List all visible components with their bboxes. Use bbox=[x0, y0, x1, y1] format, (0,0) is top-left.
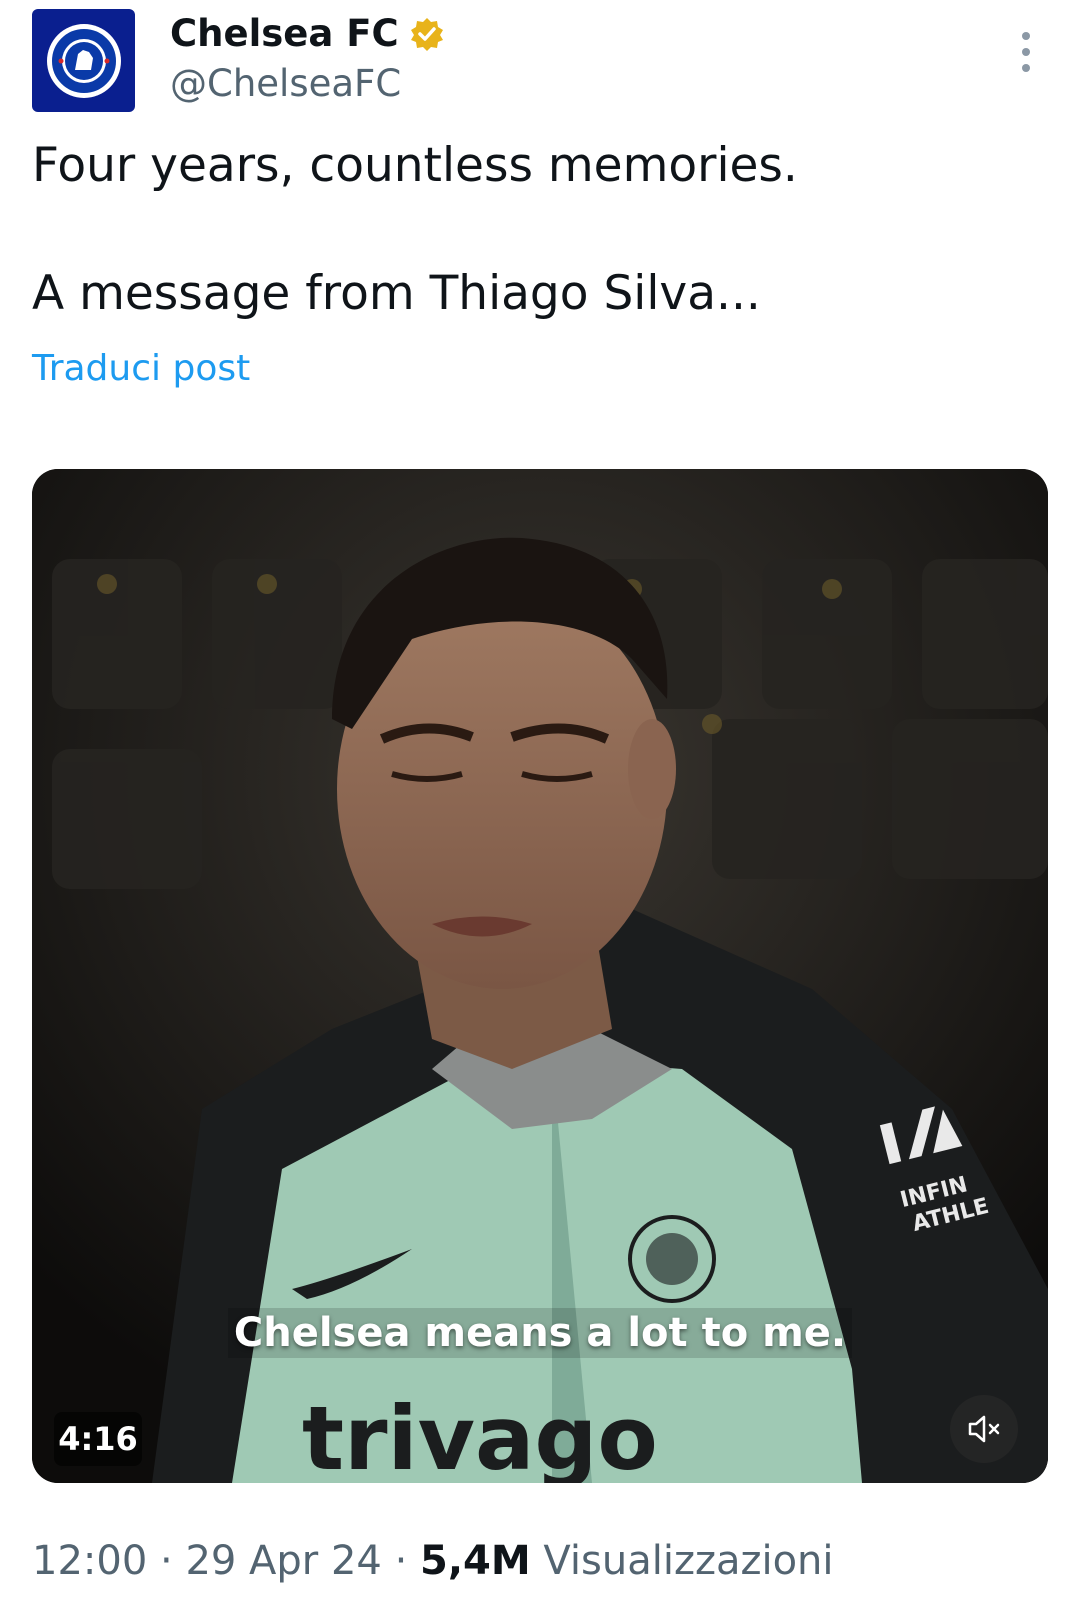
views-count[interactable]: 5,4M bbox=[420, 1538, 531, 1584]
meta-separator-2: · bbox=[394, 1538, 408, 1584]
post-meta: 12:00 · 29 Apr 24 · 5,4M Visualizzazioni bbox=[32, 1538, 834, 1584]
video-caption-text: Chelsea means a lot to me. bbox=[227, 1308, 853, 1358]
post-time[interactable]: 12:00 bbox=[32, 1538, 147, 1584]
avatar[interactable] bbox=[32, 9, 135, 112]
views-label[interactable]: Visualizzazioni bbox=[543, 1538, 833, 1584]
post-text-line-2: A message from Thiago Silva... bbox=[32, 266, 761, 321]
post-text-line-1: Four years, countless memories. bbox=[32, 138, 798, 193]
svg-text:trivago: trivago bbox=[302, 1387, 658, 1483]
meta-separator-1: · bbox=[160, 1538, 173, 1584]
mute-toggle-button[interactable] bbox=[950, 1395, 1018, 1463]
more-options-icon[interactable] bbox=[1020, 32, 1032, 72]
post-date[interactable]: 29 Apr 24 bbox=[185, 1538, 381, 1584]
verified-badge-icon bbox=[410, 17, 443, 51]
video-caption: Chelsea means a lot to me. bbox=[0, 1308, 1080, 1358]
video-duration-badge: 4:16 bbox=[54, 1412, 142, 1466]
author-name-row[interactable]: Chelsea FC bbox=[170, 12, 445, 55]
author-name[interactable]: Chelsea FC bbox=[170, 12, 399, 55]
translate-post-link[interactable]: Traduci post bbox=[32, 348, 250, 389]
speaker-muted-icon bbox=[968, 1415, 1000, 1443]
author-handle[interactable]: @ChelseaFC bbox=[170, 62, 401, 105]
chelsea-crest-icon bbox=[46, 23, 121, 98]
